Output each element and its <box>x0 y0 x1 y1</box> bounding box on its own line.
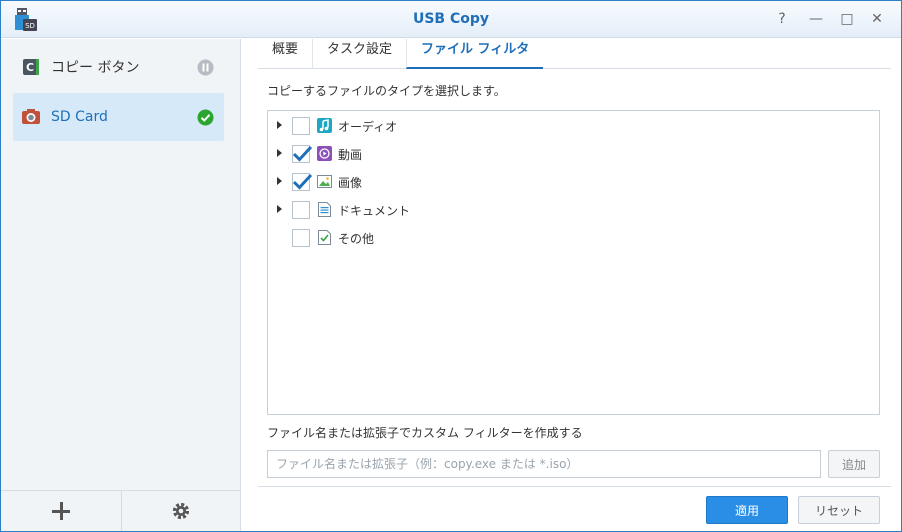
sidebar-item-label: SD Card <box>51 109 108 125</box>
add-task-button[interactable] <box>1 491 121 531</box>
file-type-row-video: 動画 <box>268 140 879 168</box>
tab-task-settings[interactable]: タスク設定 <box>312 39 406 69</box>
sidebar-footer <box>1 490 240 531</box>
maximize-button[interactable]: □ <box>837 9 857 29</box>
expand-arrow-icon[interactable] <box>277 177 282 185</box>
file-type-label: その他 <box>338 232 375 246</box>
sidebar-item-label: コピー ボタン <box>51 60 140 76</box>
add-filter-button[interactable]: 追加 <box>828 450 880 478</box>
tab-file-filter[interactable]: ファイル フィルタ <box>406 39 544 69</box>
apply-button[interactable]: 適用 <box>706 496 788 524</box>
image-checkbox[interactable] <box>292 173 313 191</box>
other-checkbox[interactable] <box>292 229 310 247</box>
file-type-label: オーディオ <box>338 120 398 134</box>
file-type-label: 動画 <box>338 148 363 162</box>
usb-copy-window: SD USB Copy ? — □ ✕ C コピー ボタン SD Card 概要… <box>0 0 902 532</box>
file-type-label: ドキュメント <box>338 204 411 218</box>
custom-filter-input[interactable] <box>267 450 821 478</box>
camera-icon <box>22 109 40 124</box>
document-icon <box>318 202 331 217</box>
reset-button[interactable]: リセット <box>798 496 880 524</box>
image-icon <box>317 175 332 188</box>
pause-icon <box>197 59 214 75</box>
expand-arrow-icon[interactable] <box>277 205 282 213</box>
window-title: USB Copy <box>412 11 490 27</box>
sidebar-item-copy-button[interactable]: C コピー ボタン <box>13 43 224 91</box>
expand-arrow-icon[interactable] <box>277 149 282 157</box>
custom-filter-label: ファイル名または拡張子でカスタム フィルターを作成する <box>267 426 583 440</box>
other-file-icon <box>318 230 331 245</box>
video-checkbox[interactable] <box>292 145 313 163</box>
help-button[interactable]: ? <box>772 9 792 29</box>
video-icon <box>317 146 332 161</box>
file-type-row-audio: オーディオ <box>268 112 879 140</box>
expand-arrow-icon[interactable] <box>277 121 282 129</box>
sidebar-item-sd-card[interactable]: SD Card <box>13 93 224 141</box>
file-type-row-image: 画像 <box>268 168 879 196</box>
file-type-row-other: その他 <box>268 224 879 252</box>
music-icon <box>317 118 332 133</box>
sidebar: C コピー ボタン SD Card <box>1 39 241 531</box>
title-bar: SD USB Copy ? — □ ✕ <box>1 1 901 38</box>
file-type-label: 画像 <box>338 176 363 190</box>
document-checkbox[interactable] <box>292 201 310 219</box>
plus-icon <box>51 502 70 520</box>
footer-divider <box>258 486 891 487</box>
gear-icon <box>172 502 189 520</box>
file-type-tree: オーディオ 動画 画像 ドキュメント その他 <box>267 110 880 415</box>
check-circle-icon <box>197 109 214 125</box>
file-type-row-document: ドキュメント <box>268 196 879 224</box>
tab-bar: 概要 タスク設定 ファイル フィルタ <box>258 39 891 69</box>
checkmark-icon <box>292 145 313 162</box>
file-type-prompt: コピーするファイルのタイプを選択します。 <box>267 84 506 98</box>
checkmark-icon <box>292 173 313 190</box>
close-button[interactable]: ✕ <box>867 9 887 29</box>
settings-button[interactable] <box>120 491 241 531</box>
copy-button-icon: C <box>23 59 39 75</box>
svg-text:C: C <box>26 61 34 74</box>
minimize-button[interactable]: — <box>806 9 826 29</box>
tab-overview[interactable]: 概要 <box>258 39 312 69</box>
audio-checkbox[interactable] <box>292 117 310 135</box>
